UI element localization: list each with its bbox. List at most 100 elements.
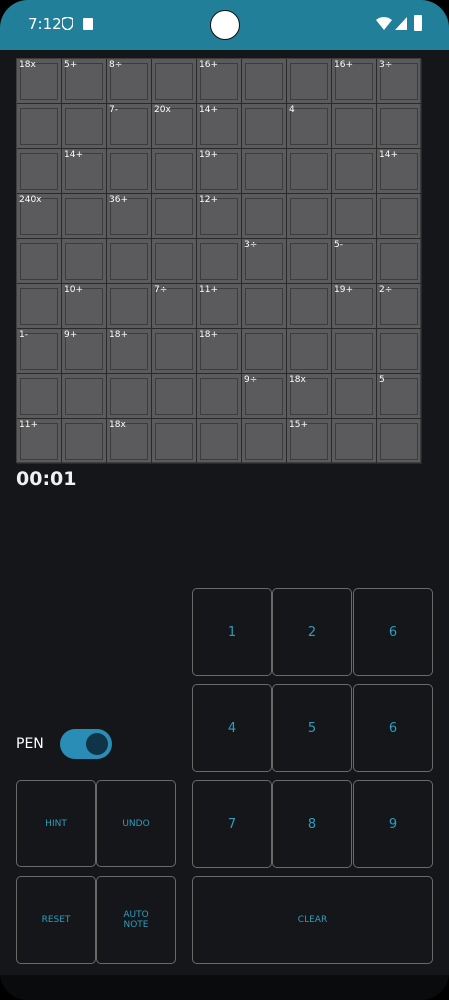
grid-cell[interactable]: 5+ bbox=[62, 59, 107, 104]
keypad-number-button[interactable]: 9 bbox=[353, 780, 433, 868]
grid-cell[interactable] bbox=[242, 329, 287, 374]
auto-note-button[interactable]: AUTO NOTE bbox=[96, 876, 176, 964]
grid-cell[interactable] bbox=[107, 149, 152, 194]
grid-cell[interactable] bbox=[62, 419, 107, 464]
grid-cell[interactable] bbox=[107, 284, 152, 329]
grid-cell[interactable]: 3÷ bbox=[242, 239, 287, 284]
grid-cell[interactable] bbox=[287, 329, 332, 374]
grid-cell[interactable] bbox=[332, 104, 377, 149]
grid-cell[interactable] bbox=[287, 149, 332, 194]
grid-cell[interactable] bbox=[152, 149, 197, 194]
grid-cell[interactable] bbox=[17, 374, 62, 419]
grid-cell[interactable] bbox=[377, 329, 422, 374]
grid-cell[interactable] bbox=[107, 239, 152, 284]
grid-cell[interactable] bbox=[377, 239, 422, 284]
grid-cell[interactable] bbox=[332, 329, 377, 374]
grid-cell[interactable] bbox=[62, 194, 107, 239]
grid-cell[interactable]: 7- bbox=[107, 104, 152, 149]
grid-cell[interactable] bbox=[242, 284, 287, 329]
grid-cell[interactable]: 12+ bbox=[197, 194, 242, 239]
grid-cell[interactable]: 18x bbox=[17, 59, 62, 104]
keypad-number-button[interactable]: 6 bbox=[353, 684, 433, 772]
grid-cell[interactable] bbox=[152, 59, 197, 104]
keypad-number-button[interactable]: 4 bbox=[192, 684, 272, 772]
grid-cell[interactable] bbox=[242, 194, 287, 239]
grid-cell[interactable]: 10+ bbox=[62, 284, 107, 329]
pen-toggle[interactable] bbox=[60, 729, 112, 759]
grid-cell[interactable]: 5- bbox=[332, 239, 377, 284]
grid-cell[interactable]: 36+ bbox=[107, 194, 152, 239]
undo-button[interactable]: UNDO bbox=[96, 780, 176, 867]
grid-cell[interactable] bbox=[242, 104, 287, 149]
grid-cell[interactable] bbox=[287, 284, 332, 329]
grid-cell[interactable] bbox=[377, 419, 422, 464]
grid-cell[interactable] bbox=[377, 104, 422, 149]
grid-cell[interactable] bbox=[197, 419, 242, 464]
grid-cell[interactable] bbox=[242, 149, 287, 194]
grid-cell[interactable] bbox=[17, 104, 62, 149]
hint-button[interactable]: HINT bbox=[16, 780, 96, 867]
grid-cell[interactable] bbox=[152, 374, 197, 419]
grid-cell[interactable] bbox=[107, 374, 152, 419]
grid-cell[interactable]: 14+ bbox=[197, 104, 242, 149]
grid-cell[interactable] bbox=[332, 374, 377, 419]
grid-cell[interactable] bbox=[62, 104, 107, 149]
grid-cell[interactable] bbox=[332, 194, 377, 239]
grid-cell[interactable] bbox=[332, 419, 377, 464]
grid-cell[interactable]: 8÷ bbox=[107, 59, 152, 104]
signal-icon bbox=[395, 17, 407, 30]
grid-cell[interactable] bbox=[242, 59, 287, 104]
grid-cell[interactable]: 7÷ bbox=[152, 284, 197, 329]
cage-clue-label: 18x bbox=[109, 420, 126, 430]
grid-cell[interactable]: 5 bbox=[377, 374, 422, 419]
keypad-number-button[interactable]: 8 bbox=[272, 780, 352, 868]
grid-cell[interactable] bbox=[62, 239, 107, 284]
grid-cell[interactable]: 11+ bbox=[17, 419, 62, 464]
grid-cell[interactable]: 1- bbox=[17, 329, 62, 374]
grid-cell[interactable]: 16+ bbox=[332, 59, 377, 104]
grid-cell[interactable]: 18+ bbox=[197, 329, 242, 374]
grid-cell[interactable]: 3÷ bbox=[377, 59, 422, 104]
grid-cell[interactable]: 19+ bbox=[197, 149, 242, 194]
keypad-number-button[interactable]: 6 bbox=[353, 588, 433, 676]
grid-cell[interactable] bbox=[152, 194, 197, 239]
keypad-number-button[interactable]: 5 bbox=[272, 684, 352, 772]
grid-cell[interactable] bbox=[17, 284, 62, 329]
grid-cell[interactable] bbox=[377, 194, 422, 239]
keypad-number-button[interactable]: 1 bbox=[192, 588, 272, 676]
grid-cell[interactable]: 16+ bbox=[197, 59, 242, 104]
grid-cell[interactable] bbox=[17, 239, 62, 284]
grid-cell[interactable] bbox=[62, 374, 107, 419]
grid-cell[interactable]: 14+ bbox=[62, 149, 107, 194]
reset-button[interactable]: RESET bbox=[16, 876, 96, 964]
grid-cell[interactable] bbox=[152, 419, 197, 464]
cage-clue-label: 4 bbox=[289, 105, 295, 115]
grid-cell[interactable]: 19+ bbox=[332, 284, 377, 329]
grid-cell[interactable] bbox=[152, 329, 197, 374]
grid-cell[interactable] bbox=[197, 374, 242, 419]
grid-cell[interactable]: 15+ bbox=[287, 419, 332, 464]
grid-cell[interactable] bbox=[287, 239, 332, 284]
grid-cell[interactable]: 240x bbox=[17, 194, 62, 239]
grid-cell[interactable] bbox=[197, 239, 242, 284]
grid-cell[interactable]: 11+ bbox=[197, 284, 242, 329]
keypad-number-button[interactable]: 7 bbox=[192, 780, 272, 868]
puzzle-grid[interactable]: 18x 5+ 8÷ 16+ 16+ 3÷ 7- 20x 14+ 4 14+ 19+ 14+ 240x 36+… bbox=[16, 58, 422, 464]
grid-cell[interactable]: 20x bbox=[152, 104, 197, 149]
grid-cell[interactable]: 9÷ bbox=[242, 374, 287, 419]
grid-cell[interactable]: 18x bbox=[107, 419, 152, 464]
grid-cell[interactable]: 9+ bbox=[62, 329, 107, 374]
keypad-number-button[interactable]: 2 bbox=[272, 588, 352, 676]
grid-cell[interactable]: 18+ bbox=[107, 329, 152, 374]
grid-cell[interactable] bbox=[332, 149, 377, 194]
grid-cell[interactable] bbox=[152, 239, 197, 284]
grid-cell[interactable]: 18x bbox=[287, 374, 332, 419]
grid-cell[interactable] bbox=[17, 149, 62, 194]
grid-cell[interactable] bbox=[287, 194, 332, 239]
grid-cell[interactable] bbox=[287, 59, 332, 104]
grid-cell[interactable] bbox=[242, 419, 287, 464]
grid-cell[interactable]: 2÷ bbox=[377, 284, 422, 329]
grid-cell[interactable]: 4 bbox=[287, 104, 332, 149]
grid-cell[interactable]: 14+ bbox=[377, 149, 422, 194]
clear-button[interactable]: CLEAR bbox=[192, 876, 433, 964]
